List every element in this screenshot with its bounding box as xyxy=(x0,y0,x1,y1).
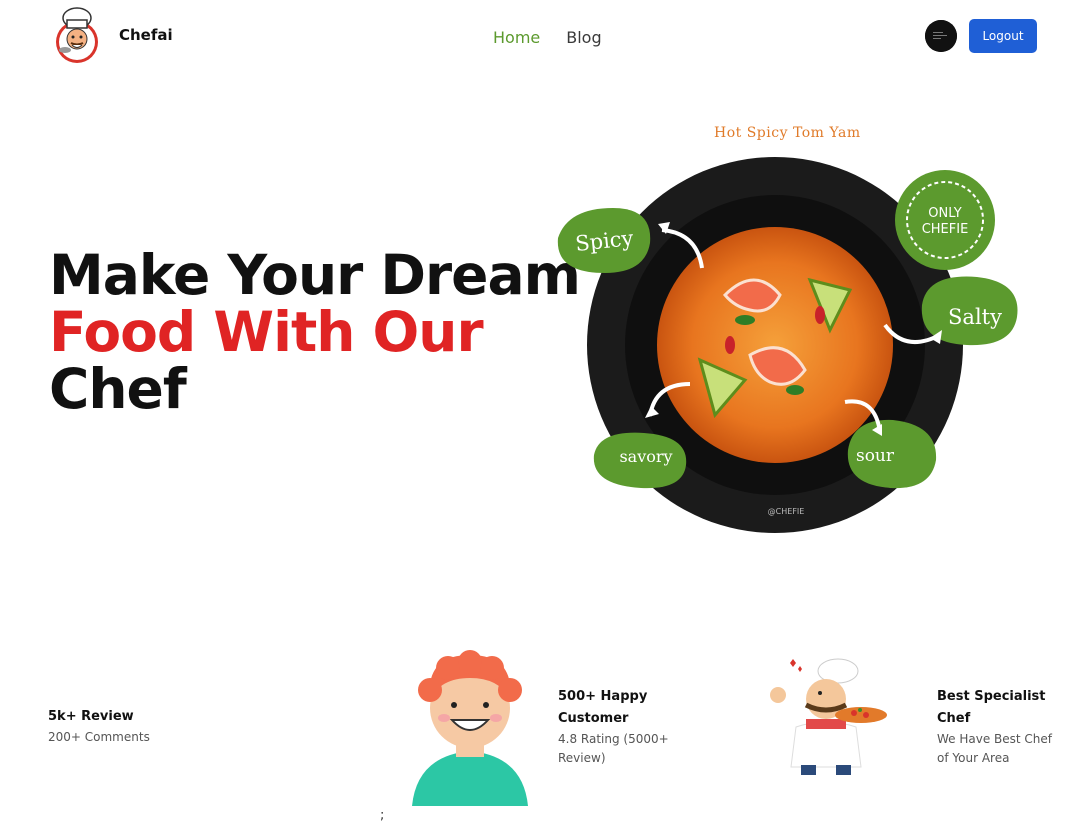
tag-sour: sour xyxy=(856,446,895,466)
stat-sub: 4.8 Rating (5000+ Review) xyxy=(558,732,669,765)
stat-title: 5k+ Review xyxy=(48,709,134,724)
nav-blog[interactable]: Blog xyxy=(566,28,601,47)
tag-savory: savory xyxy=(619,447,672,466)
chef-logo-icon xyxy=(51,6,103,64)
chef-pizza-illustration xyxy=(770,658,887,775)
hero-line-2: Food With Our xyxy=(49,300,484,364)
tag-salty: Salty xyxy=(948,305,1002,329)
nav-home[interactable]: Home xyxy=(493,28,540,47)
badge-line-2: CHEFIE xyxy=(922,222,969,237)
stat-specialist: Best Specialist Chef We Have Best Chef o… xyxy=(937,686,1057,768)
tom-yam-dish-illustration: ONLY CHEFIE Spicy Salty savory sour @CHE… xyxy=(557,157,1018,533)
stray-text: ; xyxy=(380,808,385,823)
stat-sub: 200+ Comments xyxy=(48,730,150,744)
hero-line-1: Make Your Dream xyxy=(49,243,581,307)
badge-line-1: ONLY xyxy=(928,206,961,221)
happy-boy-illustration xyxy=(412,650,528,806)
hero-line-3: Chef xyxy=(49,357,187,421)
dish-watermark: @CHEFIE xyxy=(768,507,805,516)
stat-sub: We Have Best Chef of Your Area xyxy=(937,732,1053,765)
hero-title: Make Your Dream Food With Our Chef xyxy=(49,243,581,421)
stat-reviews: 5k+ Review 200+ Comments xyxy=(48,706,198,747)
brand-name: Chefai xyxy=(119,26,173,44)
stat-title: 500+ Happy Customer xyxy=(558,689,648,726)
user-avatar[interactable] xyxy=(925,20,957,52)
stat-title: Best Specialist Chef xyxy=(937,689,1046,726)
stat-customers: 500+ Happy Customer 4.8 Rating (5000+ Re… xyxy=(558,686,688,768)
brand[interactable]: Chefai xyxy=(51,6,173,64)
soup-shape xyxy=(657,227,893,463)
logout-button[interactable]: Logout xyxy=(969,19,1037,53)
main-nav: Home Blog xyxy=(493,28,602,47)
